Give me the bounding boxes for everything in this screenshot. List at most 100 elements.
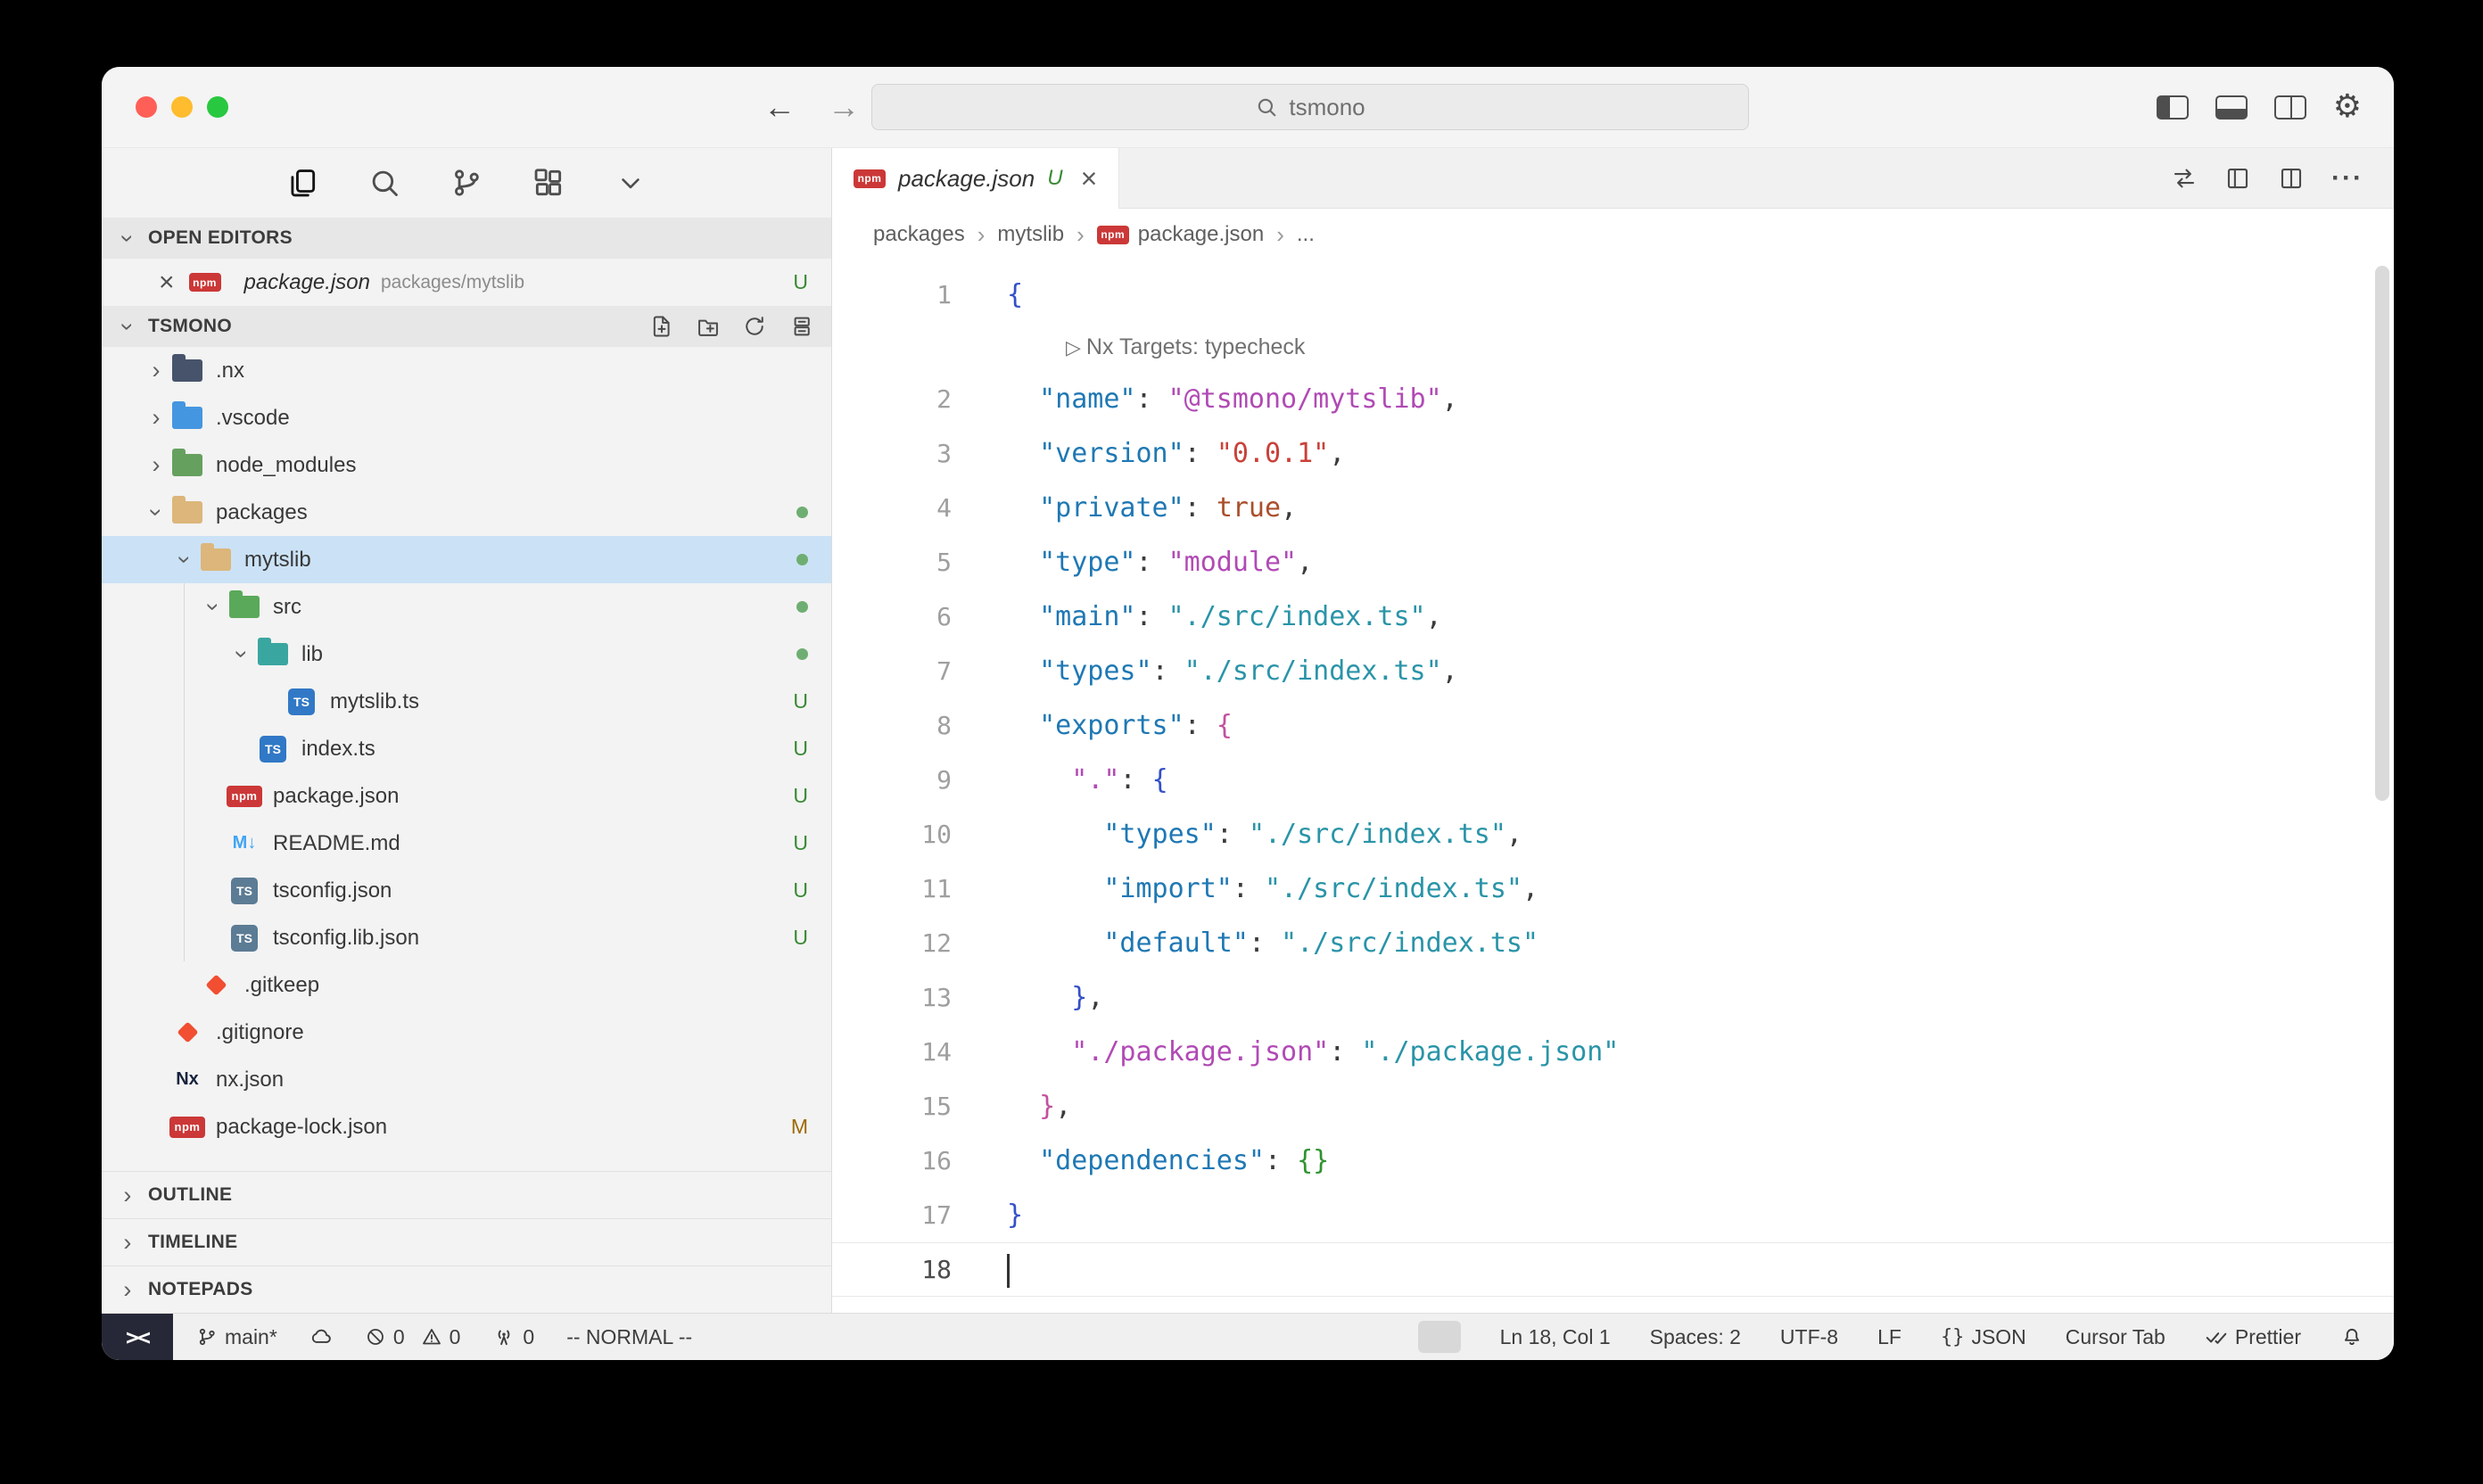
navigate-back-icon[interactable]: ← <box>763 88 796 126</box>
line-number[interactable]: 16 <box>832 1134 952 1188</box>
gear-icon[interactable]: ⚙ <box>2333 91 2362 123</box>
ports-status[interactable]: 0 <box>492 1325 534 1349</box>
tree-item-package-lock.json[interactable]: ›npmpackage-lock.jsonM <box>102 1103 831 1150</box>
tree-item-index.ts[interactable]: ›TSindex.tsU <box>102 725 831 772</box>
scrollbar-thumb[interactable] <box>2375 266 2389 801</box>
explorer-section-header[interactable]: › TSMONO <box>102 306 831 347</box>
code-line-3[interactable]: 3 "version": "0.0.1", <box>832 426 2394 481</box>
zoom-indicator[interactable] <box>1418 1321 1461 1353</box>
line-number[interactable]: 7 <box>832 644 952 698</box>
close-tab-icon[interactable]: × <box>1081 162 1098 195</box>
line-number[interactable]: 11 <box>832 862 952 916</box>
zoom-window-button[interactable] <box>207 96 228 118</box>
tree-item-src[interactable]: ›src <box>102 583 831 631</box>
eol-status[interactable]: LF <box>1877 1325 1901 1349</box>
vim-mode-indicator[interactable]: -- NORMAL -- <box>566 1325 692 1349</box>
formatter-status[interactable]: Prettier <box>2205 1325 2301 1349</box>
line-number[interactable]: 13 <box>832 970 952 1025</box>
line-number[interactable]: 6 <box>832 589 952 644</box>
toggle-left-panel-icon[interactable] <box>2157 95 2189 120</box>
code-line-10[interactable]: 10 "types": "./src/index.ts", <box>832 807 2394 862</box>
chevron-down-icon[interactable] <box>611 163 650 202</box>
toggle-bottom-panel-icon[interactable] <box>2215 95 2248 120</box>
refresh-explorer-icon[interactable] <box>742 314 767 339</box>
extensions-icon[interactable] <box>529 163 568 202</box>
chevron-right-icon[interactable]: › <box>143 359 169 383</box>
tree-item-packages[interactable]: ›packages <box>102 489 831 536</box>
code-line-4[interactable]: 4 "private": true, <box>832 481 2394 535</box>
code-editor[interactable]: 1{▷Nx Targets: typecheck2 "name": "@tsmo… <box>832 260 2394 1313</box>
line-number[interactable]: 14 <box>832 1025 952 1079</box>
tab-package-json[interactable]: npm package.json U × <box>832 148 1119 209</box>
line-number[interactable]: 3 <box>832 426 952 481</box>
tree-item-lib[interactable]: ›lib <box>102 631 831 678</box>
navigate-forward-icon[interactable]: → <box>828 88 860 126</box>
chevron-down-icon[interactable]: › <box>173 547 197 573</box>
close-editor-icon[interactable]: × <box>159 268 175 298</box>
code-line-14[interactable]: 14 "./package.json": "./package.json" <box>832 1025 2394 1079</box>
remote-indicator[interactable]: >< <box>102 1314 173 1360</box>
tree-item-package.json[interactable]: ›npmpackage.jsonU <box>102 772 831 820</box>
tree-item-.nx[interactable]: ›.nx <box>102 347 831 394</box>
search-icon[interactable] <box>365 163 404 202</box>
code-line-5[interactable]: 5 "type": "module", <box>832 535 2394 589</box>
chevron-right-icon[interactable]: › <box>143 406 169 430</box>
tree-item-.gitkeep[interactable]: ›.gitkeep <box>102 961 831 1009</box>
open-editors-header[interactable]: › OPEN EDITORS <box>102 218 831 259</box>
tree-item-README.md[interactable]: ›M↓README.mdU <box>102 820 831 867</box>
close-window-button[interactable] <box>136 96 157 118</box>
sync-changes[interactable] <box>309 1325 333 1348</box>
tree-item-nx.json[interactable]: ›Nxnx.json <box>102 1056 831 1103</box>
code-line-2[interactable]: 2 "name": "@tsmono/mytslib", <box>832 372 2394 426</box>
tree-item-.vscode[interactable]: ›.vscode <box>102 394 831 441</box>
code-line-12[interactable]: 12 "default": "./src/index.ts" <box>832 916 2394 970</box>
chevron-right-icon[interactable]: › <box>143 453 169 477</box>
code-line-7[interactable]: 7 "types": "./src/index.ts", <box>832 644 2394 698</box>
minimize-window-button[interactable] <box>171 96 193 118</box>
split-editor-icon[interactable] <box>2278 165 2305 192</box>
git-branch-status[interactable]: main* <box>196 1325 277 1349</box>
line-number[interactable]: 10 <box>832 807 952 862</box>
tree-item-mytslib[interactable]: ›mytslib <box>102 536 831 583</box>
collapse-folders-icon[interactable] <box>788 314 813 339</box>
code-line-15[interactable]: 15 }, <box>832 1079 2394 1134</box>
cursor-position[interactable]: Ln 18, Col 1 <box>1500 1325 1611 1349</box>
line-number[interactable]: 4 <box>832 481 952 535</box>
notepads-section-header[interactable]: › NOTEPADS <box>102 1266 831 1313</box>
line-number[interactable]: 9 <box>832 753 952 807</box>
code-line-13[interactable]: 13 }, <box>832 970 2394 1025</box>
source-control-icon[interactable] <box>447 163 486 202</box>
compare-changes-icon[interactable] <box>2171 165 2198 192</box>
code-line-1[interactable]: 1{ <box>832 268 2394 322</box>
breadcrumb-package.json[interactable]: npmpackage.json <box>1097 222 1264 247</box>
code-line-16[interactable]: 16 "dependencies": {} <box>832 1134 2394 1188</box>
outline-section-header[interactable]: › OUTLINE <box>102 1171 831 1218</box>
breadcrumb-...[interactable]: ... <box>1297 222 1315 247</box>
open-layout-icon[interactable] <box>2224 165 2251 192</box>
command-center-search[interactable]: tsmono <box>871 84 1749 130</box>
code-line-17[interactable]: 17} <box>832 1188 2394 1242</box>
timeline-section-header[interactable]: › TIMELINE <box>102 1218 831 1266</box>
code-line-18[interactable]: 18 <box>832 1242 2394 1297</box>
line-number[interactable]: 18 <box>832 1242 952 1297</box>
tree-item-tsconfig.json[interactable]: ›TStsconfig.jsonU <box>102 867 831 914</box>
encoding-status[interactable]: UTF-8 <box>1780 1325 1838 1349</box>
breadcrumb-mytslib[interactable]: mytslib <box>997 222 1064 247</box>
explorer-files-icon[interactable] <box>283 163 322 202</box>
line-number[interactable]: 12 <box>832 916 952 970</box>
line-number[interactable]: 5 <box>832 535 952 589</box>
tree-item-mytslib.ts[interactable]: ›TSmytslib.tsU <box>102 678 831 725</box>
new-folder-icon[interactable] <box>696 314 721 339</box>
tree-item-tsconfig.lib.json[interactable]: ›TStsconfig.lib.jsonU <box>102 914 831 961</box>
breadcrumb-packages[interactable]: packages <box>873 222 965 247</box>
tree-item-node_modules[interactable]: ›node_modules <box>102 441 831 489</box>
code-line-9[interactable]: 9 ".": { <box>832 753 2394 807</box>
line-number[interactable]: 15 <box>832 1079 952 1134</box>
cursor-tab-status[interactable]: Cursor Tab <box>2066 1325 2165 1349</box>
code-line-8[interactable]: 8 "exports": { <box>832 698 2394 753</box>
line-number[interactable]: 2 <box>832 372 952 426</box>
problems-status[interactable]: 0 0 <box>365 1325 461 1349</box>
line-number[interactable]: 1 <box>832 268 952 322</box>
toggle-right-panel-icon[interactable] <box>2274 95 2306 120</box>
indentation-status[interactable]: Spaces: 2 <box>1650 1325 1741 1349</box>
